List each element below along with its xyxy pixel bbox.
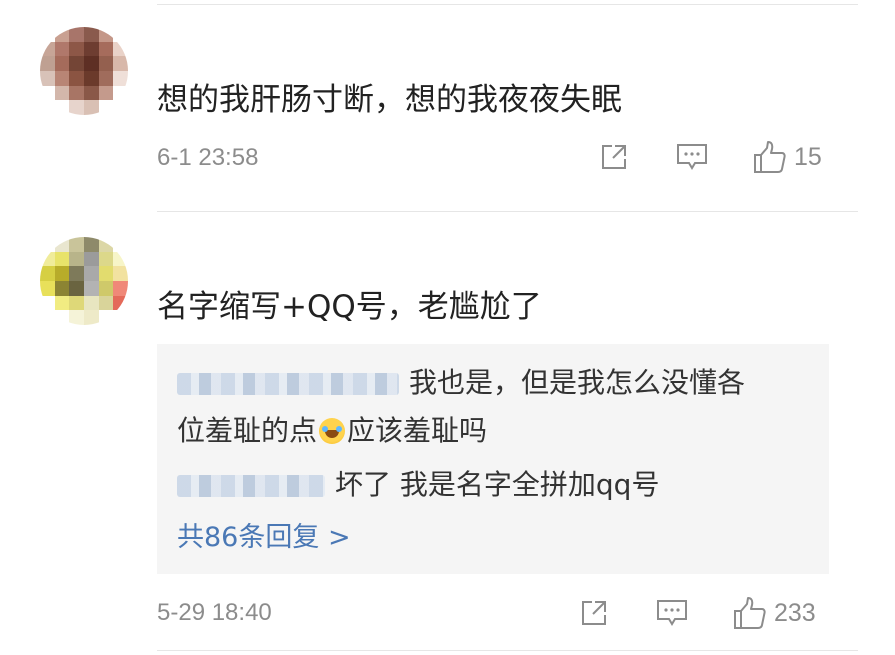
comment-button[interactable] (675, 141, 709, 173)
reply-text: 应该羞耻吗 (347, 414, 488, 447)
laugh-cry-emoji-icon (319, 418, 346, 444)
reply-username[interactable] (177, 475, 325, 497)
reply-text: 坏了 我是名字全拼加qq号 (335, 468, 660, 501)
like-count: 15 (794, 142, 822, 171)
reply-box: 我也是，但是我怎么没懂各 位羞耻的点 应该羞耻吗 坏了 我是名字全拼加qq号 共8… (157, 344, 829, 574)
comment-divider (157, 211, 858, 212)
top-divider (157, 4, 858, 5)
thumbs-up-icon (734, 597, 766, 629)
like-button[interactable]: 233 (732, 595, 816, 631)
thumbs-up-icon (754, 141, 786, 173)
comment-button[interactable] (655, 597, 689, 629)
comment-text: 名字缩写+QQ号，老尴尬了 (157, 289, 542, 325)
reply-text: 我也是，但是我怎么没懂各 (409, 366, 746, 399)
comment-timestamp: 6-1 23:58 (157, 144, 259, 171)
like-count: 233 (774, 598, 816, 627)
share-button[interactable] (598, 141, 630, 173)
comment-text: 想的我肝肠寸断，想的我夜夜失眠 (157, 82, 622, 118)
reply-item: 我也是，但是我怎么没懂各 (177, 364, 745, 402)
avatar[interactable] (40, 27, 128, 115)
reply-item: 坏了 我是名字全拼加qq号 (177, 466, 659, 504)
comment-icon (677, 144, 707, 170)
share-icon (602, 145, 626, 169)
share-icon (582, 601, 606, 625)
like-button[interactable]: 15 (752, 139, 822, 175)
reply-username[interactable] (177, 373, 399, 395)
comment-icon (657, 600, 687, 626)
comment-divider (157, 650, 858, 651)
share-button[interactable] (578, 597, 610, 629)
reply-item-continued: 位羞耻的点 应该羞耻吗 (177, 412, 487, 450)
comment-timestamp: 5-29 18:40 (157, 599, 272, 626)
avatar[interactable] (40, 237, 128, 325)
more-replies-link[interactable]: 共86条回复 > (177, 520, 351, 556)
reply-text: 位羞耻的点 (177, 414, 318, 447)
